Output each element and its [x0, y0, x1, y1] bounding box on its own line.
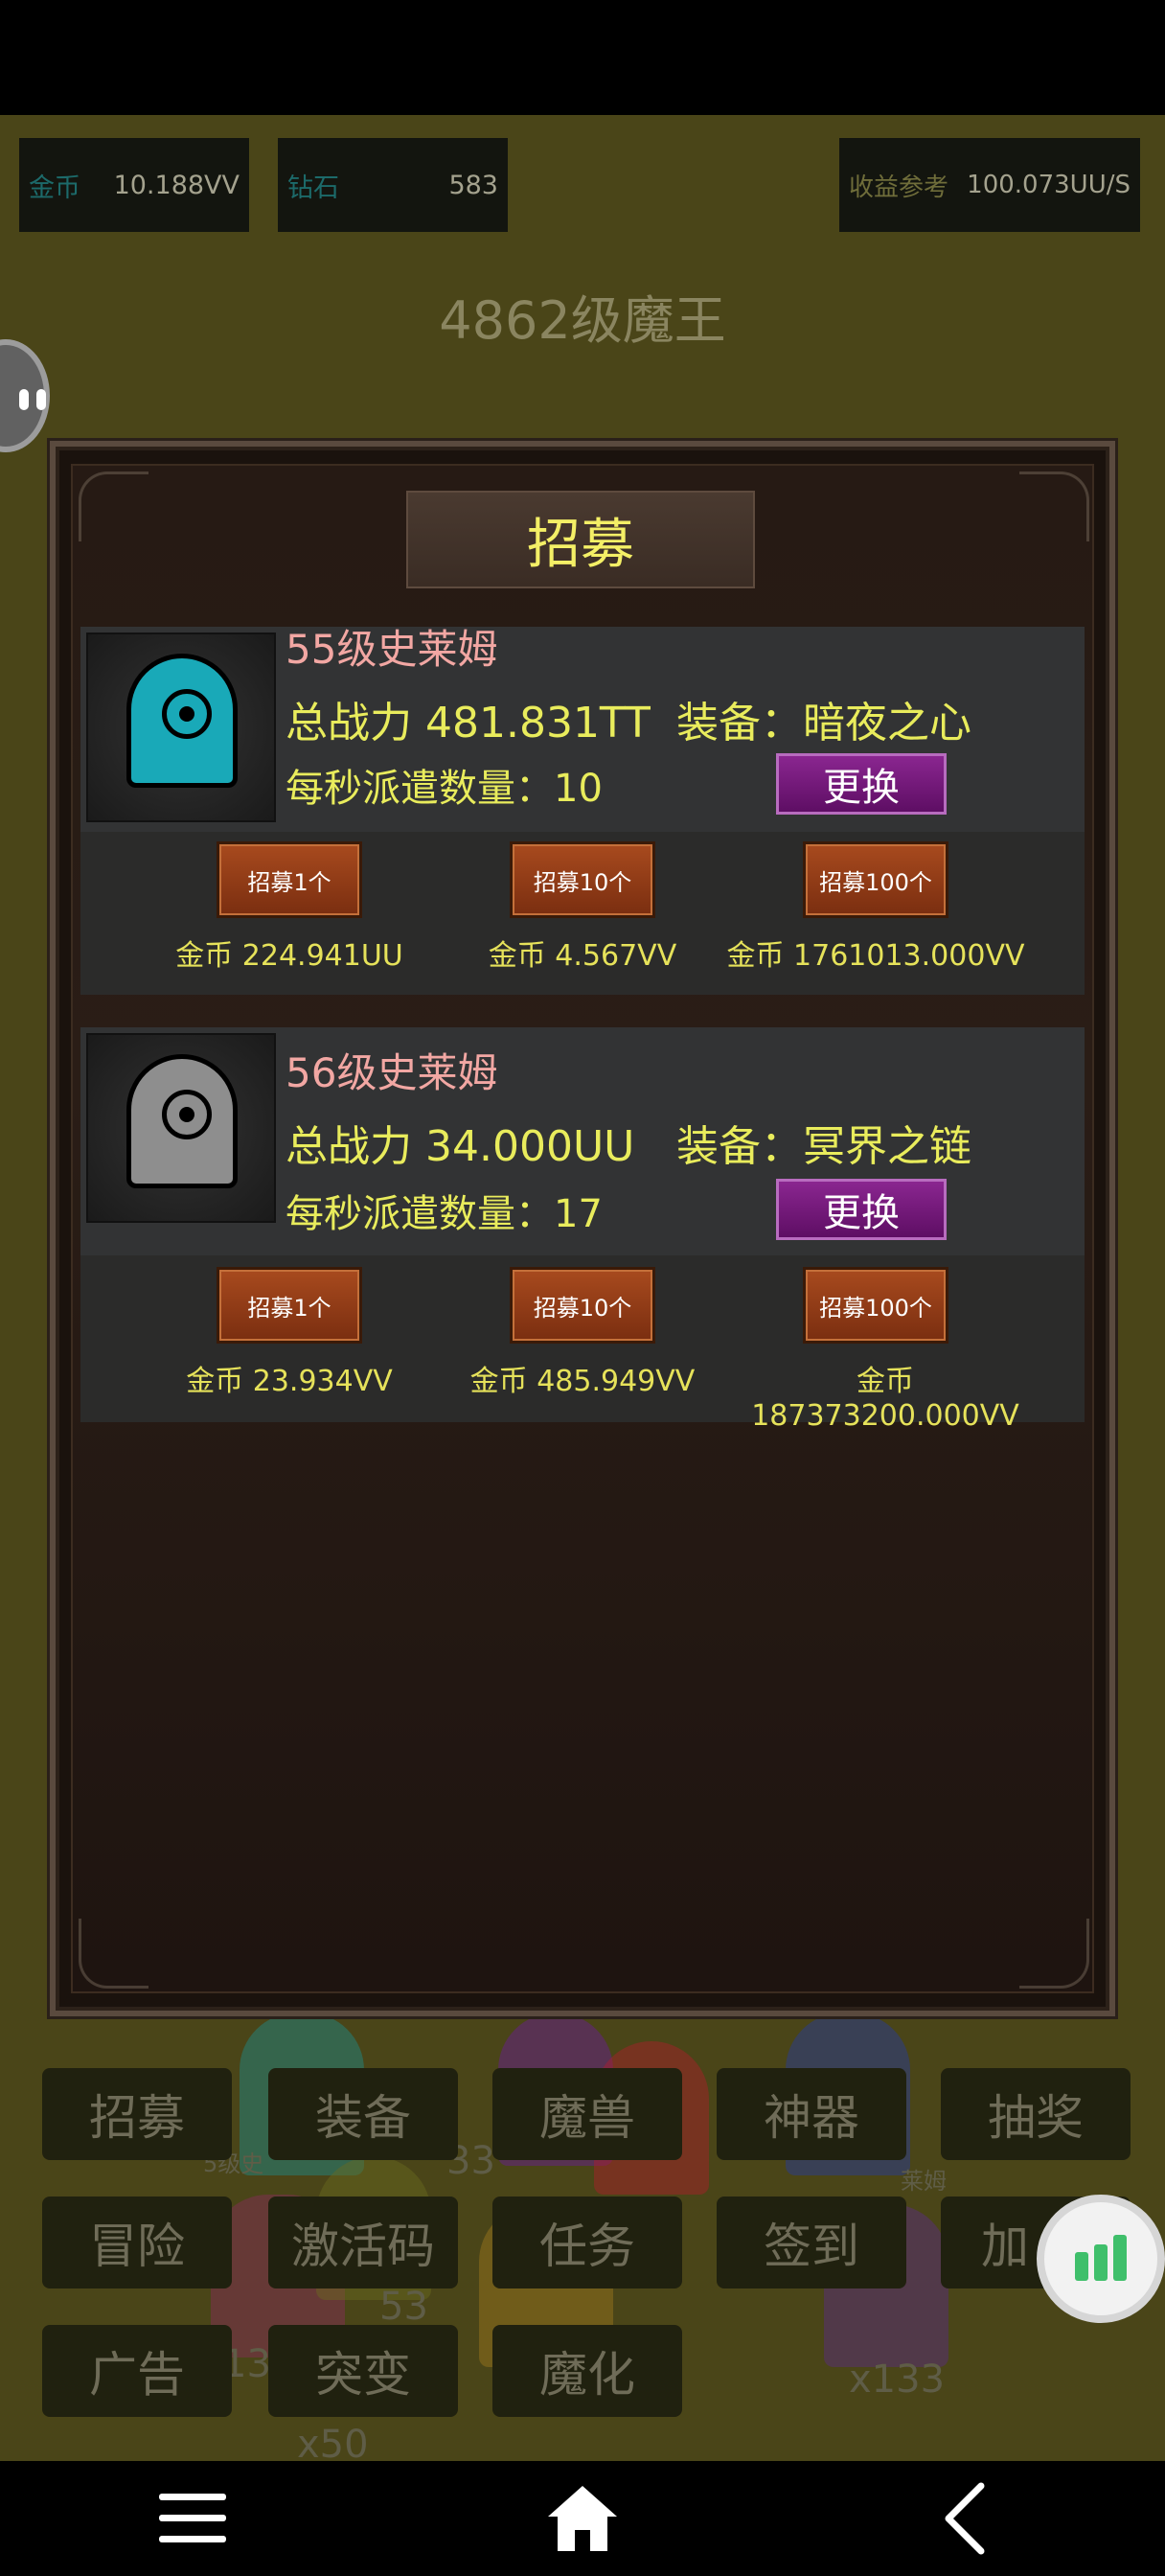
menu-recruit-button[interactable]: 招募: [42, 2068, 232, 2160]
slime-name: 56级史莱姆: [286, 1049, 498, 1096]
recruit-1-cost: 金币 224.941UU: [175, 939, 403, 973]
menu-demonize-button[interactable]: 魔化: [492, 2325, 682, 2417]
menu-artifact-button[interactable]: 神器: [717, 2068, 906, 2160]
frame-corner-ornament: [1019, 472, 1089, 541]
recruit-10-button[interactable]: 招募10个: [510, 841, 655, 918]
recruit-100-button[interactable]: 招募100个: [803, 1267, 948, 1344]
recruit-1-cost: 金币 23.934VV: [186, 1365, 393, 1398]
recruit-1-button[interactable]: 招募1个: [217, 841, 362, 918]
menu-mutation-button[interactable]: 突变: [268, 2325, 458, 2417]
menu-equipment-button[interactable]: 装备: [268, 2068, 458, 2160]
recruit-100-button[interactable]: 招募100个: [803, 841, 948, 918]
frame-corner-ornament: [79, 1919, 148, 1989]
total-power: 总战力 34.000UU: [286, 1122, 635, 1171]
gold-stat: 金币 10.188VV: [19, 138, 249, 232]
menu-icon[interactable]: [155, 2480, 232, 2557]
slime-avatar: [86, 632, 276, 822]
equipment-label: 装备：暗夜之心: [676, 699, 971, 748]
change-equipment-button[interactable]: 更换: [776, 1179, 947, 1240]
slime-portrait-icon: [126, 1054, 238, 1188]
menu-beast-button[interactable]: 魔兽: [492, 2068, 682, 2160]
recruit-10-cost: 金币 4.567VV: [488, 939, 677, 973]
diamond-stat: 钻石 583: [278, 138, 508, 232]
back-icon[interactable]: [929, 2480, 1006, 2557]
frame-corner-ornament: [79, 472, 148, 541]
slime-portrait-icon: [126, 654, 238, 788]
slime-count-label: x133: [849, 2358, 946, 2402]
menu-signin-button[interactable]: 签到: [717, 2196, 906, 2288]
recruit-10-cost: 金币 485.949VV: [469, 1365, 696, 1398]
home-icon[interactable]: [544, 2480, 621, 2557]
recruit-100-cost: 金币 1761013.000VV: [726, 939, 1025, 973]
menu-ad-button[interactable]: 广告: [42, 2325, 232, 2417]
dispatch-rate: 每秒派遣数量：10: [286, 767, 603, 811]
modal-title: 招募: [406, 491, 755, 588]
menu-adventure-button[interactable]: 冒险: [42, 2196, 232, 2288]
slime-name: 55级史莱姆: [286, 626, 498, 673]
recruit-1-button[interactable]: 招募1个: [217, 1267, 362, 1344]
side-button-eye-icon: [19, 389, 29, 410]
dispatch-rate: 每秒派遣数量：17: [286, 1192, 603, 1236]
side-button-eye-icon: [36, 389, 46, 410]
bar-chart-fab-button[interactable]: [1037, 2195, 1165, 2323]
equipment-label: 装备：冥界之链: [676, 1122, 971, 1171]
change-equipment-button[interactable]: 更换: [776, 753, 947, 815]
total-power: 总战力 481.831TT: [286, 699, 651, 748]
recruit-10-button[interactable]: 招募10个: [510, 1267, 655, 1344]
menu-task-button[interactable]: 任务: [492, 2196, 682, 2288]
slime-avatar: [86, 1033, 276, 1223]
diamond-value: 583: [448, 170, 498, 200]
slime-name-label: 莱姆: [901, 2168, 947, 2195]
frame-corner-ornament: [1019, 1919, 1089, 1989]
income-stat: 收益参考 100.073UU/S: [839, 138, 1140, 232]
income-value: 100.073UU/S: [967, 171, 1131, 199]
diamond-label: 钻石: [287, 172, 339, 203]
gold-label: 金币: [29, 172, 80, 203]
menu-lottery-button[interactable]: 抽奖: [941, 2068, 1131, 2160]
slime-count-label: 53: [379, 2285, 428, 2329]
gold-value: 10.188VV: [113, 170, 240, 200]
level-title: 4862级魔王: [439, 290, 726, 351]
recruit-100-cost: 金币 187373200.000VV: [751, 1365, 1019, 1433]
income-label: 收益参考: [849, 172, 949, 202]
menu-activation-code-button[interactable]: 激活码: [268, 2196, 458, 2288]
